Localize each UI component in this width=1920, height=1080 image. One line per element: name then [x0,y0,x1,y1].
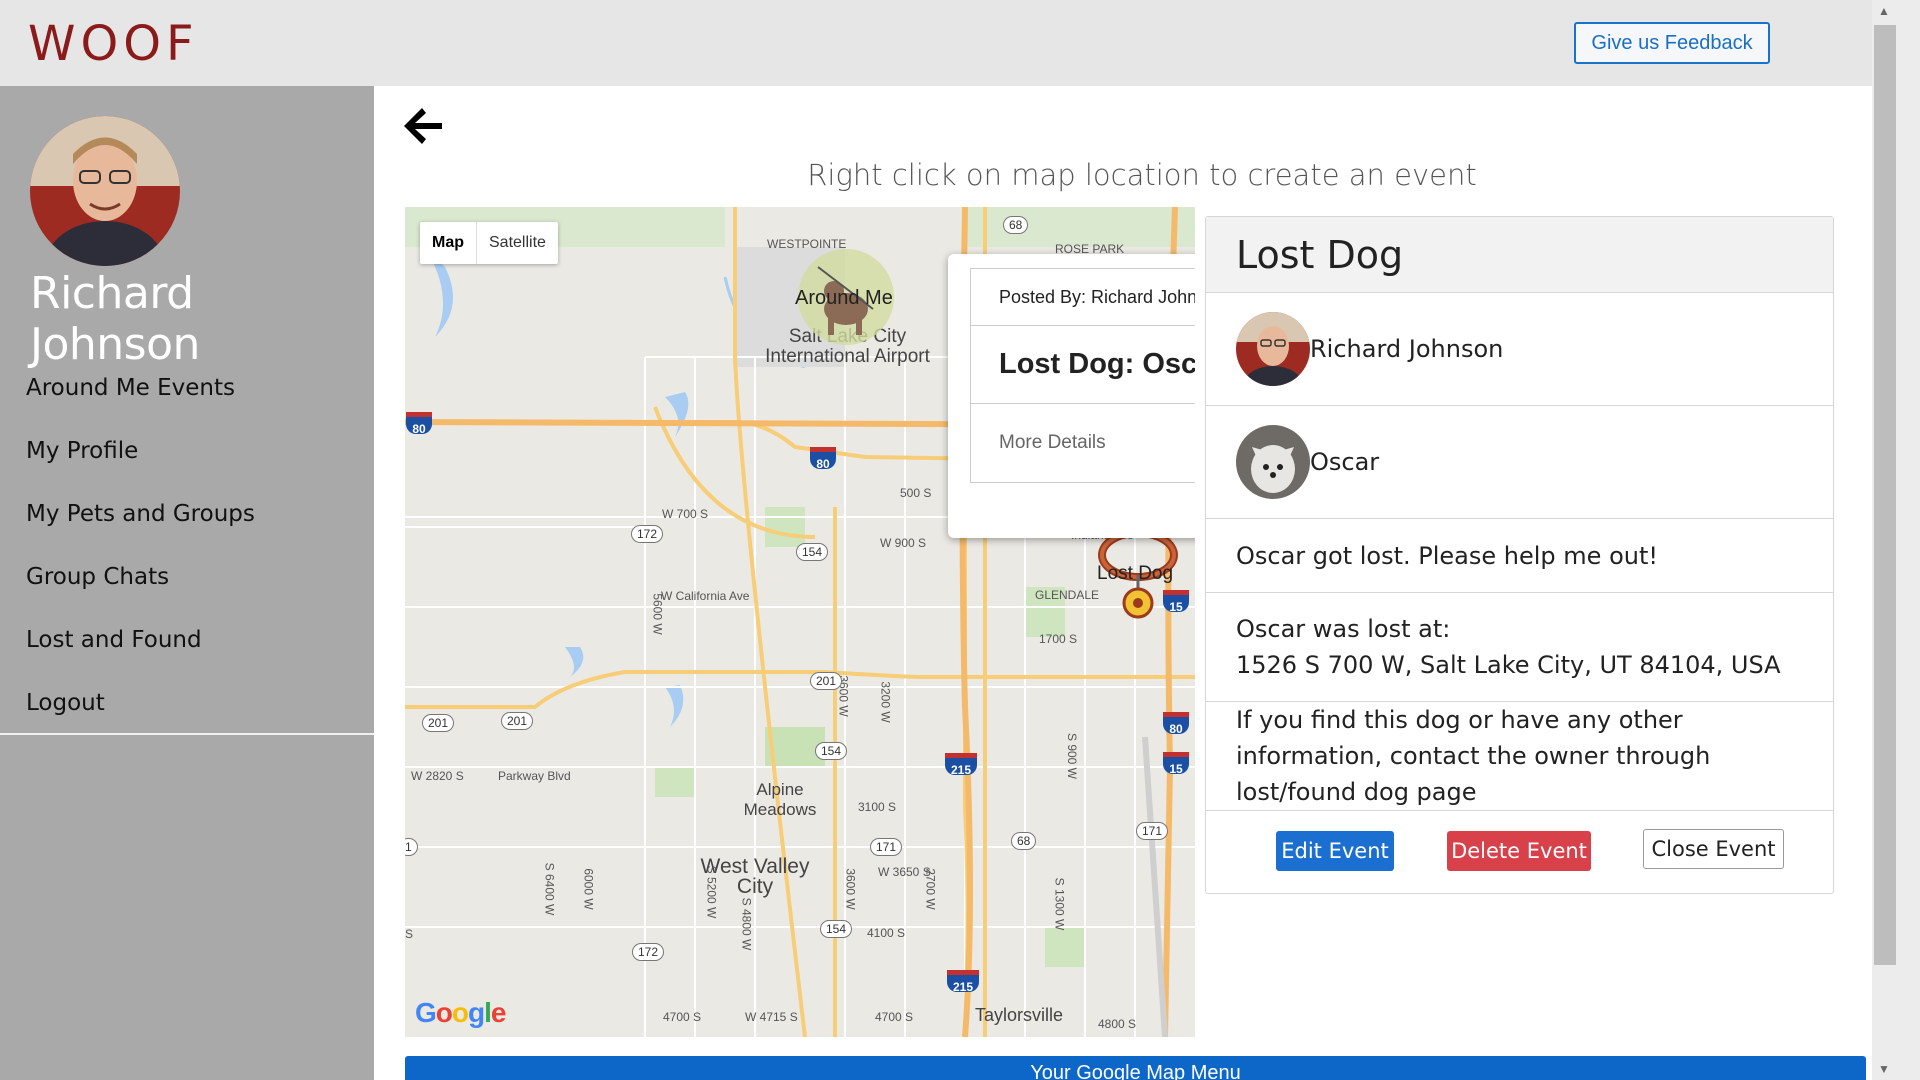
info-window-tail [1123,488,1151,512]
map-type-map-button[interactable]: Map [420,222,476,264]
map-label-3600w-south: 3600 W [843,868,858,910]
map-type-control: Map Satellite [420,222,558,264]
route-shield-154-far-south: 154 [820,920,853,938]
map-label-w700s: W 700 S [662,507,709,521]
interstate-215-south: 215 [947,970,979,994]
event-description: Oscar got lost. Please help me out! [1236,541,1658,570]
route-shield-172-south: 172 [632,943,665,961]
google-logo: Google [415,997,506,1028]
route-shield-68: 68 [1003,216,1029,234]
sidebar-item-around-me-events[interactable]: Around Me Events [0,356,374,419]
event-pet-row: Oscar [1206,406,1833,519]
route-shield-171: 171 [870,838,903,856]
delete-event-button[interactable]: Delete Event [1447,831,1591,871]
event-contact-row: If you find this dog or have any other i… [1206,702,1833,811]
map-label-w900s: W 900 S [880,536,927,550]
interstate-80-east: 80 [1163,712,1189,736]
google-map[interactable]: Map Satellite WESTPOINTE ROSE PARK Salt … [405,207,1195,1037]
map-label-3100s: 3100 S [858,800,897,814]
map-label-500s: 500 S [900,486,932,500]
map-label-6000w: 6000 W [581,868,596,910]
route-shield-154: 154 [796,543,829,561]
map-label-parkway: Parkway Blvd [498,769,571,783]
interstate-15-south: 15 [1163,752,1189,776]
woof-logo[interactable]: WOOF [28,16,199,72]
map-label-s1300w: S 1300 W [1052,877,1067,931]
route-shield-201: 201 [810,672,843,690]
lost-dog-marker-label: Lost Dog [1097,563,1174,584]
owner-name[interactable]: Richard Johnson [1310,335,1503,363]
event-owner-row: Richard Johnson [1206,293,1833,406]
map-label-1700s: 1700 S [1039,632,1078,646]
route-shield-154-south: 154 [815,742,848,760]
map-label-4700s-east: 4700 S [875,1010,914,1024]
event-description-row: Oscar got lost. Please help me out! [1206,519,1833,593]
map-label-taylorsville: Taylorsville [975,1005,1064,1025]
map-label-s900w: S 900 W [1065,732,1080,780]
map-label-glendale: GLENDALE [1035,588,1100,602]
map-instruction: Right click on map location to create an… [807,158,1477,192]
map-info-window: Posted By: Richard Johnson Lost Dog: Osc… [948,254,1195,538]
info-more-details-link[interactable]: More Details [971,404,1195,482]
event-location-label: Oscar was lost at: [1236,615,1451,643]
sidebar-nav: Around Me Events My Profile My Pets and … [0,356,374,734]
user-name: Richard Johnson [30,268,200,370]
interstate-80-mid: 80 [810,447,836,471]
route-shield-171-east: 171 [1136,822,1169,840]
event-detail-panel: Lost Dog Richard Johnson Oscar Oscar got… [1205,216,1834,894]
sidebar: Richard Johnson Around Me Events My Prof… [0,86,374,1080]
sidebar-divider [0,733,374,735]
map-label-s-edge: S [405,927,414,941]
event-actions: Edit Event Delete Event Close Event [1206,811,1833,897]
pet-name[interactable]: Oscar [1310,448,1379,476]
owner-avatar [1236,312,1310,386]
map-label-s5200w: S 5200 W [704,865,719,919]
route-shield-201-mid: 201 [501,712,534,730]
give-feedback-button[interactable]: Give us Feedback [1574,22,1770,64]
map-label-s4800w: S 4800 W [739,897,754,951]
event-location-address: 1526 S 700 W, Salt Lake City, UT 84104, … [1236,651,1781,679]
event-contact-note: If you find this dog or have any other i… [1236,706,1711,806]
scroll-down-arrow-icon[interactable]: ▼ [1878,1062,1890,1076]
map-type-satellite-button[interactable]: Satellite [477,222,558,264]
map-label-4700s: 4700 S [663,1010,702,1024]
scrollbar-thumb[interactable] [1874,25,1896,965]
map-label-5600w: 5600 W [650,593,665,635]
info-posted-by: Posted By: Richard Johnson [971,269,1195,326]
sidebar-item-logout[interactable]: Logout [0,671,374,734]
route-shield-172: 172 [631,525,664,543]
info-title: Lost Dog: Oscar [971,326,1195,404]
map-label-w4715s: W 4715 S [745,1010,798,1024]
interstate-215: 215 [945,753,977,777]
interstate-80-west: 80 [406,412,432,436]
map-label-california: W California Ave [661,589,750,603]
around-me-label: Around Me [795,287,893,309]
route-shield-201-west: 201 [422,714,455,732]
sidebar-item-group-chats[interactable]: Group Chats [0,545,374,608]
sidebar-item-my-profile[interactable]: My Profile [0,419,374,482]
scroll-up-arrow-icon[interactable]: ▲ [1878,4,1890,18]
sidebar-item-lost-and-found[interactable]: Lost and Found [0,608,374,671]
back-arrow-icon[interactable] [400,104,444,148]
google-map-menu-bar[interactable]: Your Google Map Menu [405,1056,1866,1080]
user-avatar [30,116,180,266]
pet-avatar [1236,425,1310,499]
sidebar-item-my-pets-and-groups[interactable]: My Pets and Groups [0,482,374,545]
event-title: Lost Dog [1206,217,1833,293]
map-label-3200w: 3200 W [878,681,893,723]
close-event-button[interactable]: Close Event [1643,829,1784,869]
map-label-2700w: 2700 W [923,868,938,910]
edit-event-button[interactable]: Edit Event [1276,831,1394,871]
map-label-s6400w: S 6400 W [542,862,557,916]
map-label-alpine-meadows: Alpine Meadows [743,780,817,819]
top-header: WOOF Give us Feedback [0,0,1872,86]
event-location-row: Oscar was lost at: 1526 S 700 W, Salt La… [1206,593,1833,702]
map-label-w2820s: W 2820 S [411,769,464,783]
map-label-4800s: 4800 S [1098,1017,1137,1031]
route-shield-68-south: 68 [1011,832,1037,850]
map-label-4100s: 4100 S [867,926,906,940]
